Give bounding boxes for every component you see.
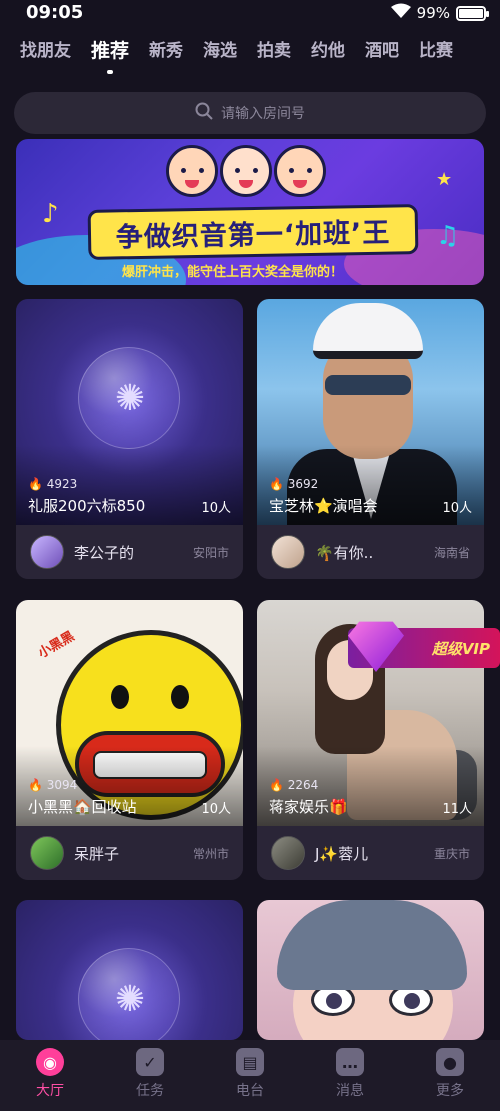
tab-bar[interactable]: 酒吧 xyxy=(365,30,399,74)
avatar[interactable] xyxy=(30,535,64,569)
message-icon: … xyxy=(336,1048,364,1076)
room-cover xyxy=(257,299,484,525)
music-note-icon: ♪ xyxy=(42,199,59,229)
nav-hall[interactable]: ◉ 大厅 xyxy=(0,1040,100,1111)
music-note-icon: ♫ xyxy=(436,221,460,251)
room-host: 李公子的 安阳市 xyxy=(16,525,243,579)
star-icon: ★ xyxy=(436,169,453,190)
room-title: 小黑黑🏠回收站 xyxy=(28,798,137,816)
room-heat: 🔥 3692 xyxy=(269,477,319,491)
tab-recommended[interactable]: 推荐 xyxy=(91,30,129,74)
nav-radio[interactable]: ▤ 电台 xyxy=(200,1040,300,1111)
tab-newcomers[interactable]: 新秀 xyxy=(149,30,183,74)
room-host: 呆胖子 常州市 xyxy=(16,826,243,880)
room-search-input[interactable]: 请输入房间号 xyxy=(14,92,486,134)
room-title: 礼服200六标850 xyxy=(28,497,146,515)
battery-percent: 99% xyxy=(416,4,450,22)
room-heat: 🔥 2264 xyxy=(269,778,319,792)
cartoon-face-icon xyxy=(166,145,218,197)
room-member-count: 11人 xyxy=(442,802,472,817)
nav-tasks[interactable]: ✓ 任务 xyxy=(100,1040,200,1111)
status-time: 09:05 xyxy=(26,2,84,23)
search-icon xyxy=(195,102,213,124)
host-city: 常州市 xyxy=(192,847,229,861)
room-host: J✨蓉儿 重庆市 xyxy=(257,826,484,880)
search-placeholder: 请输入房间号 xyxy=(221,106,305,122)
room-cover: 小黑黑 xyxy=(16,600,243,826)
profile-icon: ● xyxy=(436,1048,464,1076)
room-heat: 🔥 4923 xyxy=(28,477,78,491)
host-city: 重庆市 xyxy=(433,847,470,861)
battery-icon xyxy=(456,5,489,21)
room-cover: ✺ xyxy=(16,900,243,1040)
host-name: 呆胖子 xyxy=(74,845,120,863)
hall-icon: ◉ xyxy=(36,1048,64,1076)
avatar[interactable] xyxy=(30,836,64,870)
room-host: 🌴有你.. 海南省 xyxy=(257,525,484,579)
nav-messages[interactable]: … 消息 xyxy=(300,1040,400,1111)
host-name: J✨蓉儿 xyxy=(315,845,369,863)
room-card[interactable]: ✺ 🔥 4923 礼服200六标850 10人 李公子的 安阳市 xyxy=(16,299,243,579)
room-title: 蒋家娱乐🎁 xyxy=(269,798,348,816)
room-card[interactable]: ✺ xyxy=(16,900,243,1040)
room-cover xyxy=(257,900,484,1040)
cartoon-face-icon xyxy=(274,145,326,197)
host-name: 李公子的 xyxy=(74,544,135,562)
room-card[interactable]: 小黑黑 🔥 3094 小黑黑🏠回收站 10人 呆胖子 常州市 xyxy=(16,600,243,880)
banner-title: 争做织音第一‘加班’王 xyxy=(87,204,419,260)
room-card[interactable]: 🔥 3692 宝芝林⭐演唱会 10人 🌴有你.. 海南省 xyxy=(257,299,484,579)
host-name: 🌴有你.. xyxy=(315,544,374,562)
banner-subtitle: 爆肝冲击，能守住上百大奖全是你的！ xyxy=(122,265,344,280)
status-bar: 09:05 99% xyxy=(0,0,500,28)
jellyfish-icon: ✺ xyxy=(114,979,146,1020)
room-member-count: 10人 xyxy=(201,802,231,817)
avatar[interactable] xyxy=(271,535,305,569)
task-icon: ✓ xyxy=(136,1048,164,1076)
tab-date[interactable]: 约他 xyxy=(311,30,345,74)
radio-icon: ▤ xyxy=(236,1048,264,1076)
bottom-nav: ◉ 大厅 ✓ 任务 ▤ 电台 … 消息 ● 更多 xyxy=(0,1040,500,1111)
tab-audition[interactable]: 海选 xyxy=(203,30,237,74)
room-member-count: 10人 xyxy=(201,501,231,516)
jellyfish-icon: ✺ xyxy=(114,378,146,419)
status-indicators: 99% xyxy=(390,3,489,23)
tab-competition[interactable]: 比赛 xyxy=(419,30,453,74)
room-title: 宝芝林⭐演唱会 xyxy=(269,497,378,515)
wifi-icon xyxy=(390,3,411,23)
category-tabs: 找朋友 推荐 新秀 海选 拍卖 约他 酒吧 比赛 xyxy=(0,30,500,74)
avatar[interactable] xyxy=(271,836,305,870)
cartoon-face-icon xyxy=(220,145,272,197)
vip-badge: 超级VIP xyxy=(348,621,500,672)
host-city: 海南省 xyxy=(433,546,470,560)
room-heat: 🔥 3094 xyxy=(28,778,78,792)
cover-text: 小黑黑 xyxy=(35,628,78,662)
tab-find-friends[interactable]: 找朋友 xyxy=(20,30,71,74)
room-card[interactable] xyxy=(257,900,484,1040)
host-city: 安阳市 xyxy=(192,546,229,560)
tab-auction[interactable]: 拍卖 xyxy=(257,30,291,74)
promo-banner[interactable]: ♪ ♫ ★ 争做织音第一‘加班’王 爆肝冲击，能守住上百大奖全是你的！ xyxy=(16,139,484,285)
room-cover: ✺ xyxy=(16,299,243,525)
room-member-count: 10人 xyxy=(442,501,472,516)
nav-more[interactable]: ● 更多 xyxy=(400,1040,500,1111)
